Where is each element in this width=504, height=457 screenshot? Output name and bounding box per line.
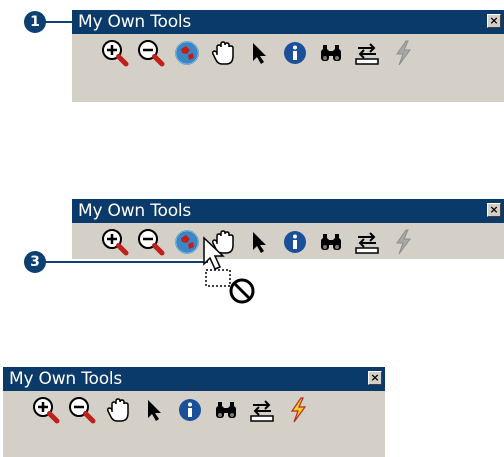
pan-hand-icon — [211, 41, 234, 65]
find-button[interactable] — [316, 227, 346, 257]
zoom-in-button[interactable] — [100, 38, 130, 68]
flash-button[interactable] — [283, 395, 313, 425]
step-badge-1: 1 — [24, 11, 46, 33]
zoom-out-icon — [138, 40, 165, 67]
toolbar-title: My Own Tools — [78, 201, 192, 221]
find-button[interactable] — [211, 395, 241, 425]
info-icon — [284, 231, 306, 253]
toolbar-my-own-tools-result[interactable]: My Own Tools × — [3, 367, 385, 457]
zoom-out-button[interactable] — [136, 38, 166, 68]
zoom-out-button[interactable] — [67, 395, 97, 425]
convert-icon — [355, 43, 379, 65]
pan-button[interactable] — [208, 38, 238, 68]
step-badge-3: 3 — [24, 251, 46, 273]
toolbar-my-own-tools[interactable]: My Own Tools × — [72, 10, 504, 102]
tool-row — [31, 395, 319, 425]
zoom-in-button[interactable] — [100, 227, 130, 257]
toolbar-title-bar[interactable]: My Own Tools — [72, 199, 504, 223]
tool-row — [100, 227, 424, 257]
zoom-out-icon — [69, 397, 96, 424]
zoom-in-icon — [102, 229, 129, 256]
convert-icon — [250, 400, 274, 422]
pan-button[interactable] — [103, 395, 133, 425]
pan-hand-icon — [106, 398, 129, 422]
select-button[interactable] — [244, 38, 274, 68]
toolbar-title: My Own Tools — [9, 369, 123, 389]
tool-row — [100, 38, 424, 68]
lightning-icon — [396, 229, 411, 255]
convert-button[interactable] — [247, 395, 277, 425]
info-icon — [179, 399, 201, 421]
binoculars-icon — [321, 45, 341, 61]
convert-icon — [355, 232, 379, 254]
find-button[interactable] — [316, 38, 346, 68]
info-icon — [284, 42, 306, 64]
convert-button[interactable] — [352, 227, 382, 257]
identify-button[interactable] — [175, 395, 205, 425]
close-button[interactable]: × — [487, 14, 501, 28]
identify-button[interactable] — [280, 227, 310, 257]
toolbar-title-bar[interactable]: My Own Tools — [3, 367, 385, 391]
convert-button[interactable] — [352, 38, 382, 68]
no-drop-icon — [229, 278, 255, 304]
flash-button[interactable] — [388, 227, 418, 257]
toolbar-title-bar[interactable]: My Own Tools — [72, 10, 504, 34]
full-extent-button[interactable] — [172, 38, 202, 68]
flash-button[interactable] — [388, 38, 418, 68]
select-button[interactable] — [139, 395, 169, 425]
binoculars-icon — [321, 234, 341, 250]
zoom-out-button[interactable] — [136, 227, 166, 257]
lightning-icon — [396, 40, 411, 66]
globe-icon — [175, 41, 199, 65]
toolbar-my-own-tools-drag[interactable]: My Own Tools × — [72, 199, 504, 259]
binoculars-icon — [216, 402, 236, 418]
identify-button[interactable] — [280, 38, 310, 68]
zoom-in-button[interactable] — [31, 395, 61, 425]
zoom-in-icon — [33, 397, 60, 424]
zoom-out-icon — [138, 229, 165, 256]
toolbar-title: My Own Tools — [78, 12, 192, 32]
arrow-pointer-icon — [148, 400, 161, 421]
select-button[interactable] — [244, 227, 274, 257]
close-button[interactable]: × — [368, 371, 382, 385]
arrow-pointer-icon — [253, 232, 266, 253]
callout-line-3 — [44, 261, 208, 263]
lightning-icon — [290, 397, 307, 423]
close-button[interactable]: × — [487, 203, 501, 217]
arrow-pointer-icon — [253, 43, 266, 64]
zoom-in-icon — [102, 40, 129, 67]
